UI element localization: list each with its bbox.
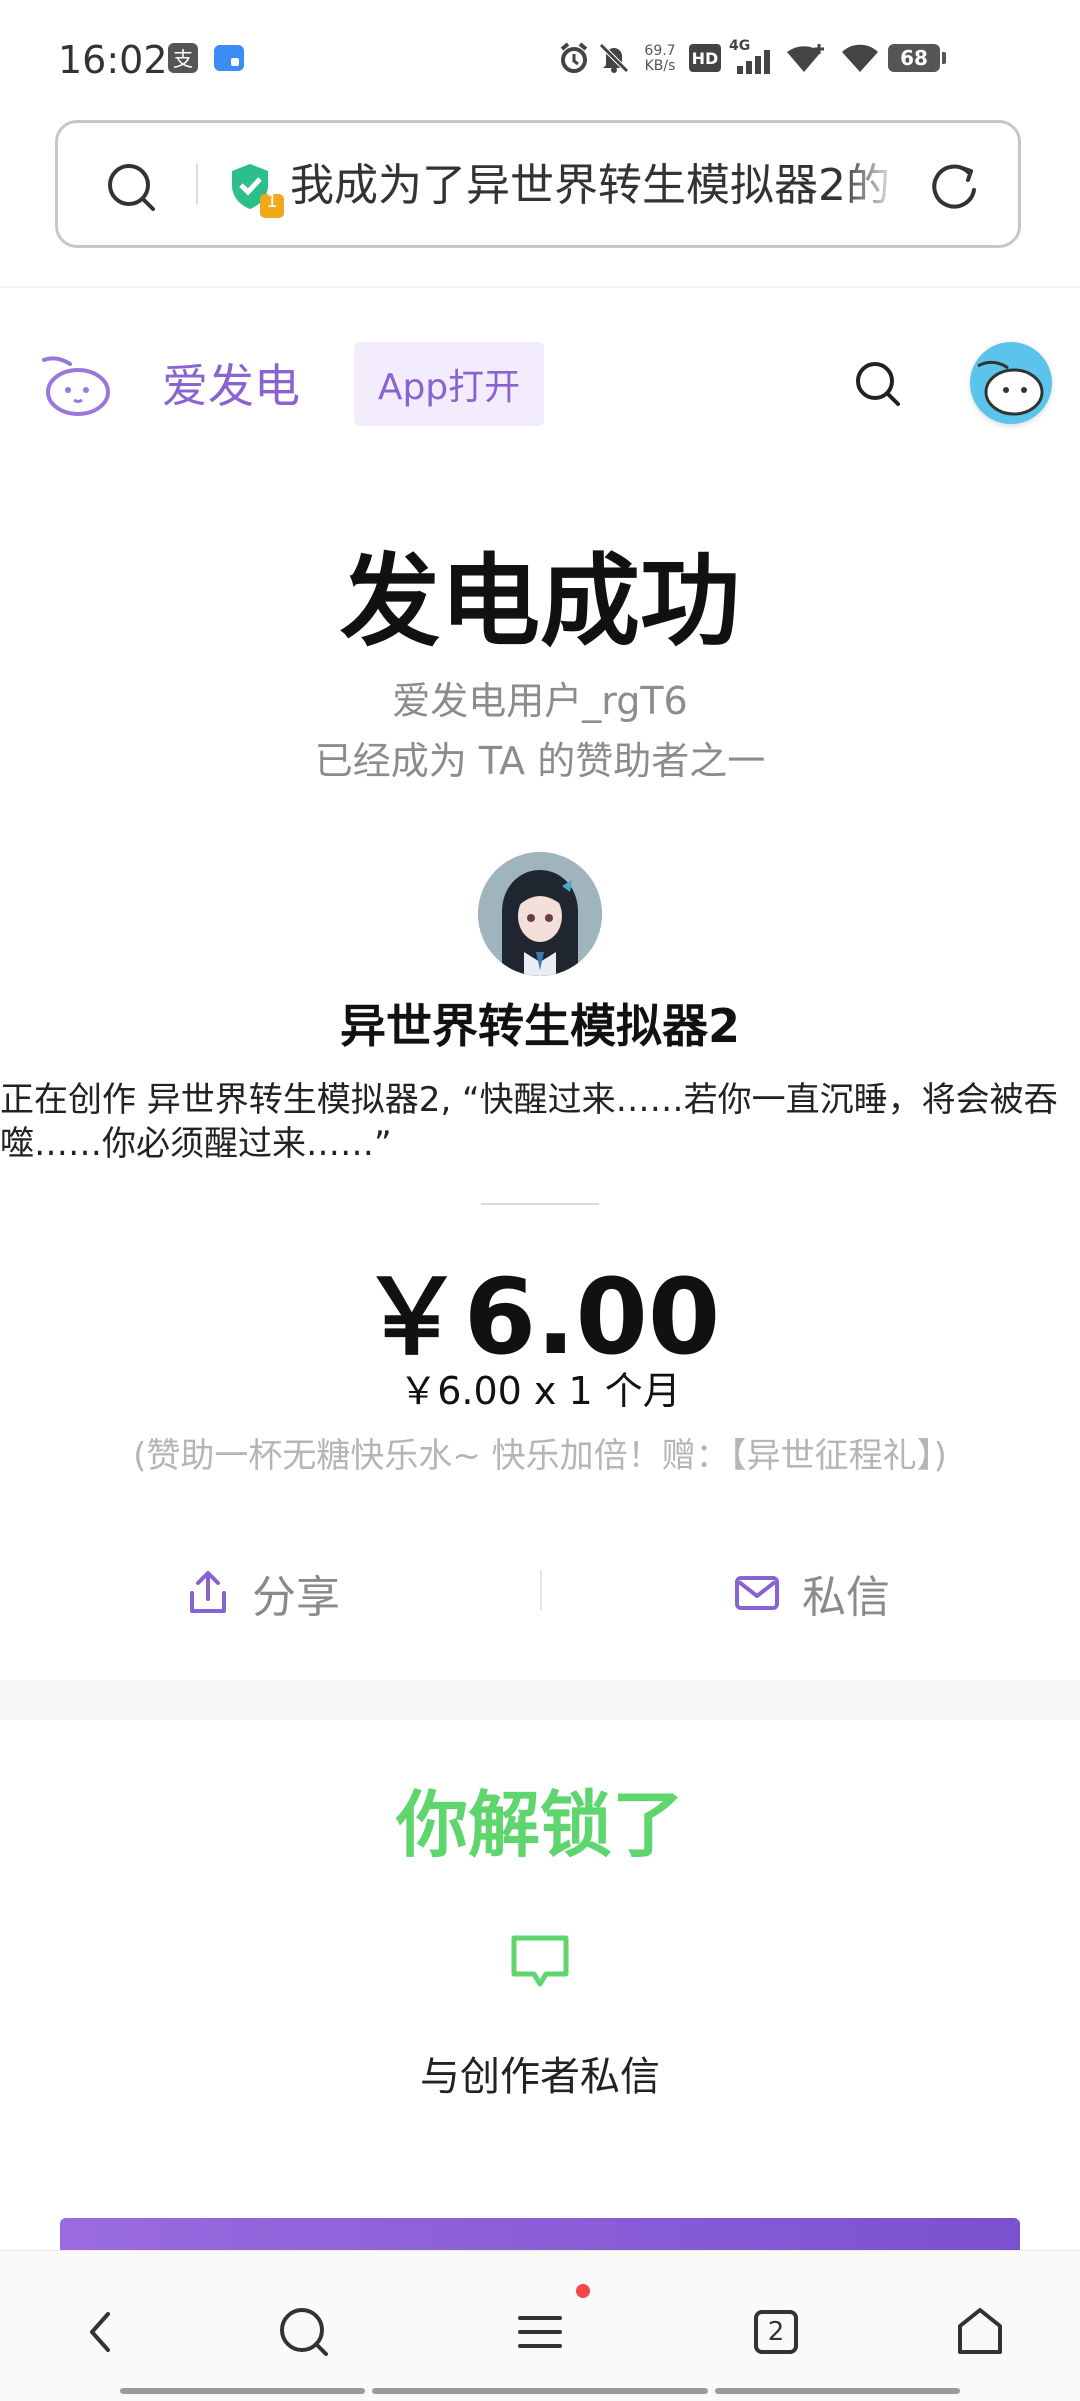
chat-bubble-icon bbox=[506, 1928, 574, 1996]
unlock-item-label: 与创作者私信 bbox=[420, 2054, 660, 2100]
open-in-app-button[interactable]: App打开 bbox=[354, 342, 544, 426]
gesture-bar-right bbox=[715, 2388, 960, 2394]
share-label: 分享 bbox=[252, 1572, 340, 1623]
mute-icon bbox=[596, 42, 632, 74]
reload-icon[interactable] bbox=[924, 158, 984, 218]
svg-text:支: 支 bbox=[173, 47, 193, 71]
amount-detail: ￥6.00 x 1 个月 bbox=[399, 1369, 681, 1413]
hd-icon: HD bbox=[688, 42, 722, 74]
tabs-button[interactable]: 2 bbox=[736, 2292, 816, 2372]
page-title: 发电成功 bbox=[340, 543, 740, 660]
nav-search-icon[interactable] bbox=[264, 2292, 344, 2372]
alipay-notification-icon: 支 bbox=[166, 42, 200, 74]
message-button[interactable]: 私信 bbox=[734, 1558, 890, 1628]
menu-icon[interactable] bbox=[500, 2292, 580, 2372]
section-gap bbox=[0, 1680, 1080, 1720]
afdian-logo-icon[interactable] bbox=[38, 350, 118, 420]
share-icon bbox=[186, 1569, 230, 1617]
section-divider bbox=[481, 1203, 599, 1205]
creator-avatar[interactable] bbox=[478, 852, 602, 976]
user-avatar[interactable] bbox=[970, 342, 1052, 424]
message-label: 私信 bbox=[802, 1572, 890, 1623]
back-icon[interactable] bbox=[62, 2292, 142, 2372]
wifi-plus-icon bbox=[784, 42, 828, 74]
url-fade bbox=[840, 150, 900, 220]
search-icon[interactable] bbox=[102, 158, 162, 218]
wifi-icon bbox=[840, 42, 880, 74]
security-badge-count: 1 bbox=[266, 191, 278, 212]
url-divider bbox=[196, 164, 198, 204]
mail-icon bbox=[734, 1573, 780, 1613]
creator-name[interactable]: 异世界转生模拟器2 bbox=[0, 990, 1080, 1056]
share-button[interactable]: 分享 bbox=[186, 1558, 340, 1628]
alarm-icon bbox=[556, 42, 592, 74]
home-icon[interactable] bbox=[940, 2292, 1020, 2372]
gesture-bar-left bbox=[120, 2388, 365, 2394]
tier-note: (赞助一杯无糖快乐水~ 快乐加倍！赠：【异世征程礼】) bbox=[133, 1436, 947, 1476]
primary-action-button[interactable] bbox=[60, 2218, 1020, 2250]
header-divider bbox=[0, 286, 1080, 288]
unlock-title: 你解锁了 bbox=[395, 1783, 684, 1867]
network-speed: 69.7 KB/s bbox=[644, 43, 676, 74]
sponsor-username: 爱发电用户_rgT6 bbox=[392, 679, 688, 723]
action-separator bbox=[540, 1570, 542, 1610]
site-search-icon[interactable] bbox=[848, 354, 908, 414]
creator-description: 正在创作 异世界转生模拟器2, “快醒过来……若你一直沉睡，将会被吞噬……你必须… bbox=[0, 1080, 1058, 1164]
tabs-count: 2 bbox=[754, 2310, 798, 2354]
brand-name[interactable]: 爱发电 bbox=[162, 350, 300, 416]
sponsor-status: 已经成为 TA 的赞助者之一 bbox=[314, 739, 766, 783]
app-notification-icon bbox=[212, 42, 246, 74]
page-title-url[interactable]: 我成为了异世界转生模拟器2的 bbox=[290, 158, 900, 214]
menu-notification-dot bbox=[576, 2284, 590, 2298]
cellular-signal-icon: 4G bbox=[728, 38, 778, 74]
status-time: 16:02 bbox=[58, 38, 168, 82]
gesture-bar-center bbox=[372, 2388, 708, 2394]
battery-icon: 68 bbox=[888, 42, 946, 74]
